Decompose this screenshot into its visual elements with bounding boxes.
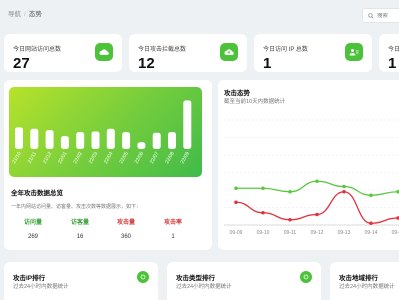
bar-22/01 — [60, 136, 69, 149]
stat-value: 1 — [388, 55, 397, 72]
rank-subtitle: 过去24小时内数据统计 — [176, 284, 232, 290]
bar-label: 22/07 — [149, 151, 161, 165]
bar-label: 22/08 — [164, 151, 176, 165]
bar-label: 22/05 — [118, 151, 130, 165]
x-tick-label: 09-14 — [365, 230, 378, 236]
bar-label: 22/01 — [57, 151, 69, 165]
x-tick-label: 09-13 — [338, 230, 351, 236]
bar-chart-svg: 21/10 21/11 21/12 22/01 22/02 22/03 22/04 22/05… — [11, 100, 192, 165]
series-point — [288, 189, 292, 194]
stat-value: 12 — [138, 55, 155, 72]
bar-label: 22/04 — [103, 151, 115, 165]
trend-subtitle: 截至当前10天内数据统计 — [224, 99, 286, 105]
top-bar: 导航 / 态势 — [0, 0, 399, 28]
cloud-icon — [95, 43, 113, 61]
stat-card-ips: 今日访问 IP 总数 1 — [254, 34, 372, 72]
bar-21/10 — [15, 127, 23, 149]
breadcrumb: 导航 / 态势 — [8, 8, 42, 18]
search-input[interactable] — [377, 12, 399, 19]
metric-value: 269 — [27, 234, 38, 240]
x-tick-label: 09-09 — [230, 230, 243, 236]
series-line-0 — [236, 180, 399, 196]
bar-label: 22/02 — [72, 151, 84, 165]
bar-label: 21/11 — [27, 151, 38, 165]
bar-22/05 — [122, 132, 131, 149]
refresh-icon — [303, 274, 309, 280]
bar-22/04 — [106, 128, 115, 149]
stat-value: 1 — [263, 55, 272, 72]
bar-22/07 — [152, 132, 161, 149]
metric-value: 1 — [171, 234, 175, 240]
stat-value: 27 — [13, 55, 30, 72]
series-point — [261, 210, 265, 215]
x-tick-label: 09-11 — [284, 230, 297, 236]
attack-trend-line-chart: 09-09 09-10 09-11 09-12 09-13 09-14 09-15 — [224, 119, 399, 236]
bar-label: 22/06 — [134, 151, 146, 165]
stat-label: 今日攻击拦截总数 — [138, 47, 187, 53]
series-point — [369, 221, 373, 226]
monthly-bar-chart: 21/10 21/11 21/12 22/01 22/02 22/03 22/04 22/05… — [9, 87, 202, 177]
rank-card-ip: 攻击IP排行 过去24小时内数据统计 — [4, 262, 158, 300]
bar-22/06 — [137, 142, 146, 149]
metric-label: 攻击率 — [163, 220, 182, 226]
rank-card-region: 攻击地域排行 过去24小时内数据统计 — [330, 262, 399, 300]
summary-title: 全年攻击数据总览 — [11, 190, 63, 197]
bar-21/11 — [30, 128, 39, 149]
refresh-button[interactable] — [137, 271, 149, 283]
stat-card-visits: 今日网站访问总数 27 — [4, 34, 122, 72]
metric-attack-rate: 攻击率 1 — [153, 217, 193, 240]
x-tick-label: 09-12 — [311, 230, 324, 236]
metric-label: 访客量 — [70, 220, 89, 226]
metric-attacks: 攻击量 360 — [106, 217, 146, 240]
bar-22/09 — [183, 100, 192, 149]
bar-label: 22/03 — [88, 151, 100, 165]
series-point — [261, 186, 265, 191]
series-point — [315, 212, 319, 217]
series-point — [234, 200, 238, 205]
refresh-button[interactable] — [300, 271, 312, 283]
metric-label: 攻击量 — [116, 220, 135, 226]
cloud-upload-icon — [220, 43, 238, 61]
rank-card-type: 攻击类型排行 过去24小时内数据统计 — [167, 262, 321, 300]
series-point — [369, 193, 373, 198]
stat-label: 今日 — [388, 47, 399, 53]
breadcrumb-current: 态势 — [28, 11, 42, 18]
stat-card-partial: 今日 1 — [379, 34, 399, 72]
trend-title: 攻击态势 — [224, 90, 250, 97]
bar-label: 22/09 — [180, 151, 192, 165]
rank-title: 攻击类型排行 — [176, 275, 215, 282]
metric-visits: 访问量 269 — [13, 217, 53, 240]
rank-title: 攻击IP排行 — [13, 275, 46, 282]
series-point — [234, 186, 238, 191]
search-icon — [368, 12, 374, 19]
rank-subtitle: 过去24小时内数据统计 — [339, 284, 395, 290]
search-box[interactable] — [362, 8, 399, 23]
x-tick-label: 09-15 — [392, 230, 399, 236]
bar-22/02 — [76, 132, 85, 149]
series-point — [288, 217, 292, 222]
rank-subtitle: 过去24小时内数据统计 — [13, 284, 69, 290]
breadcrumb-root[interactable]: 导航 — [8, 11, 21, 18]
bar-22/03 — [91, 131, 100, 149]
breadcrumb-separator: / — [24, 11, 26, 18]
bar-21/12 — [45, 130, 54, 149]
rank-title: 攻击地域排行 — [339, 275, 378, 282]
metric-value: 16 — [76, 234, 84, 240]
metric-visitors: 访客量 16 — [60, 217, 100, 240]
series-point — [315, 179, 319, 184]
summary-subtitle: 一年内网站访问量、访客量、攻击次数等数据展示，如下： — [11, 204, 142, 210]
stat-card-blocked: 今日攻击拦截总数 12 — [129, 34, 247, 72]
series-point — [342, 189, 346, 194]
bar-label: 21/12 — [42, 151, 54, 165]
x-tick-label: 09-10 — [257, 230, 270, 236]
series-point — [342, 184, 346, 189]
bar-label: 21/10 — [11, 151, 23, 165]
metric-label: 访问量 — [23, 220, 42, 226]
refresh-icon — [140, 274, 146, 280]
stat-label: 今日访问 IP 总数 — [263, 47, 308, 53]
bar-22/08 — [168, 132, 176, 149]
stat-label: 今日网站访问总数 — [13, 47, 62, 53]
metric-value: 360 — [120, 234, 131, 240]
users-icon — [345, 43, 363, 61]
